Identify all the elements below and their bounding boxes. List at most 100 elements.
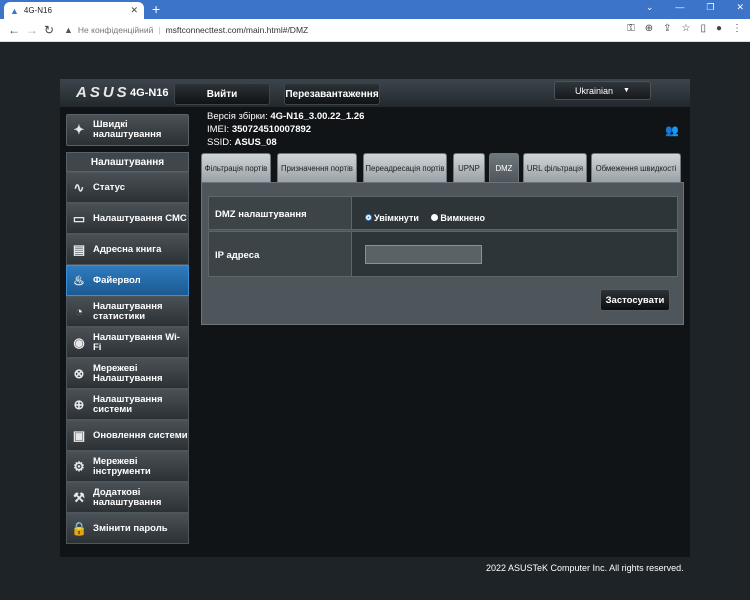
fire-icon: ♨ bbox=[73, 272, 85, 288]
logout-button[interactable]: Вийти bbox=[174, 83, 270, 105]
globe-icon: ⊕ bbox=[73, 396, 85, 412]
address-bar[interactable]: ▲ Не конфіденційний | msftconnecttest.co… bbox=[64, 22, 600, 38]
tab-close-icon[interactable]: ✕ bbox=[130, 5, 138, 16]
sidebar-item-address-book[interactable]: ▤ Адресна книга bbox=[66, 234, 189, 265]
new-tab-button[interactable]: + bbox=[152, 1, 160, 17]
sidebar-item-label: Оновлення системи bbox=[93, 429, 188, 441]
sidebar-item-label: Змінити пароль bbox=[93, 522, 168, 534]
window-controls: ⌄ — ❐ ✕ bbox=[646, 2, 744, 13]
tab-dmz[interactable]: DMZ bbox=[489, 153, 519, 182]
settings-header: Налаштування bbox=[66, 152, 189, 172]
quick-setup-button[interactable]: ✦ Швидкі налаштування bbox=[66, 114, 189, 146]
imei-label: IMEI: bbox=[207, 124, 230, 135]
tab-title: 4G-N16 bbox=[23, 6, 52, 15]
ip-address-input[interactable] bbox=[365, 245, 482, 264]
share-icon[interactable]: ⇪ bbox=[663, 23, 671, 34]
dmz-disable-radio[interactable] bbox=[431, 214, 439, 222]
wifi-icon: ◉ bbox=[73, 334, 85, 350]
sidebar-item-password[interactable]: 🔒 Змінити пароль bbox=[66, 513, 189, 544]
copyright-text: 2022 ASUSTeK Computer Inc. All rights re… bbox=[486, 563, 684, 573]
sidebar-item-label: Налаштування системи bbox=[93, 393, 163, 415]
warning-icon[interactable]: ▲ bbox=[64, 25, 73, 35]
dmz-disable-label[interactable]: Вимкнено bbox=[440, 213, 485, 223]
sidebar-item-system[interactable]: ⊕ Налаштування системи bbox=[66, 389, 189, 420]
security-warning: Не конфіденційний bbox=[77, 25, 154, 35]
sms-icon: ▭ bbox=[72, 210, 86, 226]
quick-setup-label: Швидкі налаштування bbox=[93, 119, 162, 140]
sidebar-item-label: Налаштування СМС bbox=[93, 212, 187, 224]
dmz-enable-label[interactable]: Увімкнути bbox=[374, 213, 419, 223]
tab-url-filtering[interactable]: URL фільтрація bbox=[523, 153, 587, 182]
ip-address-row: IP адреса bbox=[208, 231, 678, 277]
sidebar-item-statistics[interactable]: ◔ Налаштування статистики bbox=[66, 296, 189, 327]
sidebar-item-update[interactable]: ▣ Оновлення системи bbox=[66, 420, 189, 451]
menu-icon[interactable]: ⋮ bbox=[732, 23, 742, 34]
firewall-tabs: Фільтрація портів Призначення портів Пер… bbox=[201, 153, 683, 182]
network-icon: ⊗ bbox=[73, 365, 85, 381]
asus-favicon-icon: ▲ bbox=[10, 5, 19, 16]
monitor-icon: ▣ bbox=[72, 427, 86, 443]
dmz-label: DMZ налаштування bbox=[215, 209, 307, 220]
sidebar-item-advanced[interactable]: ⚒ Додаткові налаштування bbox=[66, 482, 189, 513]
dmz-setting-row: DMZ налаштування Увімкнути Вимкнено bbox=[208, 196, 678, 230]
sidebar-item-network[interactable]: ⊗ Мережеві Налаштування bbox=[66, 358, 189, 389]
statistics-icon: ◔ bbox=[75, 303, 83, 319]
imei-value: 350724510007892 bbox=[231, 124, 312, 135]
restore-icon[interactable]: ❐ bbox=[706, 2, 714, 13]
tab-speed-limit[interactable]: Обмеження швидкості bbox=[591, 153, 681, 182]
reboot-button[interactable]: Перезавантаження bbox=[284, 83, 380, 105]
browser-tab[interactable]: ▲ 4G-N16 ✕ bbox=[4, 2, 144, 19]
dmz-enable-radio[interactable] bbox=[365, 214, 372, 222]
apply-button[interactable]: Застосувати bbox=[600, 289, 670, 311]
users-icon[interactable]: 👥 bbox=[665, 124, 679, 137]
zoom-icon[interactable]: ⊕ bbox=[645, 23, 653, 34]
profile-icon[interactable]: ● bbox=[716, 23, 722, 34]
key-icon[interactable]: ⚿ bbox=[627, 23, 635, 34]
ssid-label: SSID: bbox=[207, 137, 232, 148]
sidebar-item-wifi[interactable]: ◉ Налаштування Wi-Fi bbox=[66, 327, 189, 358]
browser-toolbar: ← → ↻ ▲ Не конфіденційний | msftconnectt… bbox=[0, 19, 750, 42]
address-book-icon: ▤ bbox=[72, 241, 86, 257]
forward-icon[interactable]: → bbox=[26, 23, 38, 37]
reload-icon[interactable]: ↻ bbox=[44, 23, 54, 37]
sidebar-item-label: Мережеві Налаштування bbox=[93, 362, 163, 384]
toolbar-icons: ⚿ ⊕ ⇪ ☆ ▯ ● ⋮ bbox=[627, 23, 742, 34]
dmz-options: Увімкнути Вимкнено bbox=[351, 197, 677, 229]
back-icon[interactable]: ← bbox=[8, 23, 20, 37]
firmware-label: Версія збірки: bbox=[207, 111, 268, 122]
sidebar-item-label: Мережеві інструменти bbox=[93, 455, 151, 477]
bookmark-star-icon[interactable]: ☆ bbox=[681, 23, 690, 34]
sidebar-item-label: Файервол bbox=[93, 274, 141, 286]
router-page: ASUS 4G-N16 Вийти Перезавантаження Ukrai… bbox=[60, 79, 690, 557]
wizard-icon: ✦ bbox=[73, 122, 85, 137]
tab-upnp[interactable]: UPNP bbox=[453, 153, 485, 182]
ip-value-cell bbox=[351, 232, 677, 276]
sidebar-item-status[interactable]: ∿ Статус bbox=[66, 172, 189, 203]
tab-port-filtering[interactable]: Фільтрація портів bbox=[201, 153, 271, 182]
asus-logo: ASUS bbox=[76, 84, 130, 101]
tools-icon: ⚙ bbox=[73, 458, 85, 474]
ssid-value: ASUS_08 bbox=[234, 137, 277, 148]
minimize-icon[interactable]: — bbox=[675, 2, 684, 13]
sidebar-menu: Налаштування ∿ Статус ▭ Налаштування СМС ▤… bbox=[66, 152, 189, 544]
sidebar-item-tools[interactable]: ⚙ Мережеві інструменти bbox=[66, 451, 189, 482]
tab-port-assignment[interactable]: Призначення портів bbox=[277, 153, 357, 182]
dropdown-arrow-icon: ▼ bbox=[623, 87, 630, 94]
gear-icon: ⚒ bbox=[73, 489, 85, 505]
sidebar-item-label: Налаштування Wi-Fi bbox=[93, 331, 180, 353]
omnibox-separator: | bbox=[158, 25, 161, 35]
ip-label: IP адреса bbox=[215, 250, 260, 261]
address-url: msftconnecttest.com/main.html#/DMZ bbox=[165, 25, 309, 35]
firmware-value: 4G-N16_3.00.22_1.26 bbox=[270, 111, 365, 122]
close-window-icon[interactable]: ✕ bbox=[736, 2, 744, 13]
language-value: Ukrainian bbox=[575, 85, 614, 96]
sidebar-item-sms[interactable]: ▭ Налаштування СМС bbox=[66, 203, 189, 234]
sidebar-item-label: Налаштування статистики bbox=[93, 300, 163, 322]
sidebar-item-firewall[interactable]: ♨ Файервол bbox=[66, 265, 189, 296]
language-select[interactable]: Ukrainian ▼ bbox=[554, 81, 651, 100]
router-topbar: ASUS 4G-N16 Вийти Перезавантаження Ukrai… bbox=[60, 79, 690, 107]
tab-port-forwarding[interactable]: Переадресація портів bbox=[363, 153, 447, 182]
tab-search-icon[interactable]: ⌄ bbox=[646, 2, 654, 13]
pulse-icon: ∿ bbox=[73, 179, 85, 195]
sidepanel-icon[interactable]: ▯ bbox=[700, 23, 706, 34]
